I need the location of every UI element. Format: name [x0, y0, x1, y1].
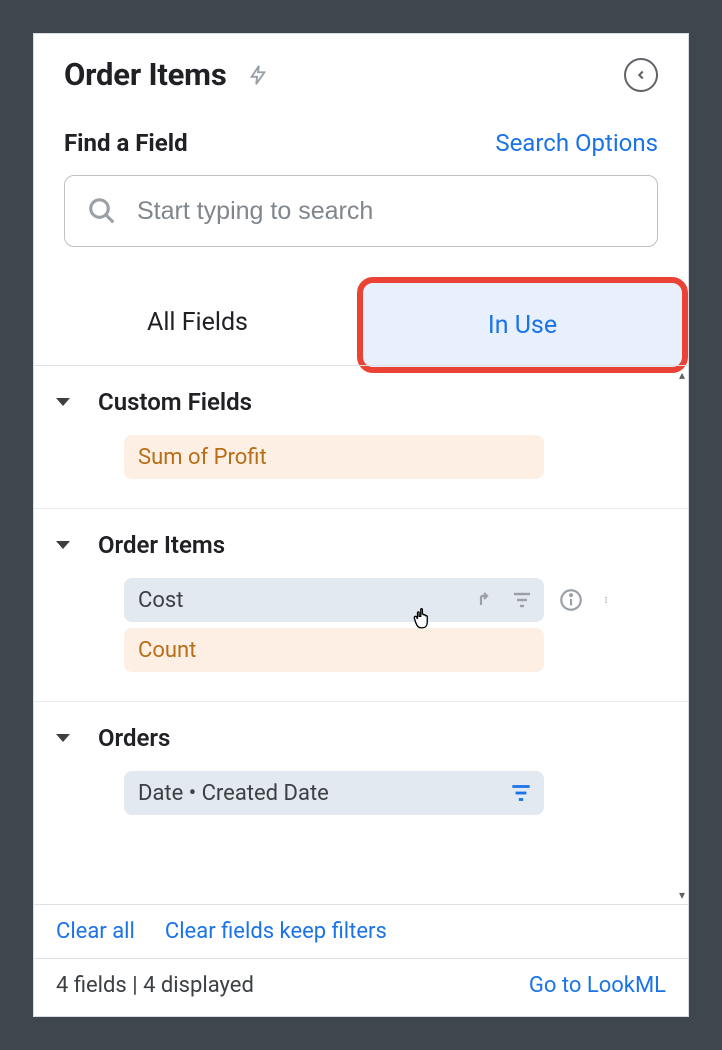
search-header-row: Find a Field Search Options — [34, 101, 688, 169]
filter-active-icon[interactable] — [508, 780, 534, 806]
find-field-label: Find a Field — [64, 129, 188, 157]
collapse-panel-button[interactable] — [624, 58, 658, 92]
field-list[interactable]: ▴ Custom Fields Sum of Profit Order Item… — [34, 365, 688, 904]
section-title: Order Items — [98, 531, 225, 559]
info-icon[interactable] — [558, 587, 584, 613]
field-label: Count — [138, 638, 196, 663]
scroll-up-icon[interactable]: ▴ — [679, 368, 685, 382]
filter-icon[interactable] — [510, 588, 534, 612]
field-tabs: All Fields In Use — [34, 265, 688, 365]
field-label: Cost — [138, 588, 183, 613]
explore-title: Order Items — [64, 56, 227, 93]
section-title: Orders — [98, 724, 170, 752]
search-icon — [87, 196, 117, 226]
footer-status-bar: 4 fields | 4 displayed Go to LookML — [34, 958, 688, 1016]
section-orders: Orders Date • Created Date — [34, 702, 688, 844]
section-header-order-items[interactable]: Order Items — [34, 527, 688, 575]
quick-start-icon[interactable] — [247, 60, 269, 90]
clear-all-link[interactable]: Clear all — [56, 919, 135, 944]
cursor-hand-icon — [411, 603, 437, 633]
section-header-orders[interactable]: Orders — [34, 720, 688, 768]
tab-all-fields[interactable]: All Fields — [34, 308, 361, 337]
field-count[interactable]: Count — [124, 628, 544, 672]
pivot-icon[interactable] — [474, 588, 498, 612]
search-input[interactable] — [137, 197, 635, 226]
search-options-link[interactable]: Search Options — [495, 129, 658, 157]
field-cost[interactable]: Cost — [124, 578, 544, 622]
kebab-menu-icon[interactable] — [602, 587, 610, 613]
field-label: Date • Created Date — [138, 781, 329, 806]
field-label: Sum of Profit — [138, 445, 267, 470]
tab-in-use-label: In Use — [488, 311, 557, 340]
scroll-down-icon[interactable]: ▾ — [679, 888, 685, 902]
chevron-down-icon — [56, 734, 70, 742]
go-to-lookml-link[interactable]: Go to LookML — [529, 973, 666, 998]
field-sum-of-profit[interactable]: Sum of Profit — [124, 435, 544, 479]
field-count-status: 4 fields | 4 displayed — [56, 973, 254, 998]
section-order-items: Order Items Cost — [34, 509, 688, 702]
section-custom-fields: Custom Fields Sum of Profit — [34, 366, 688, 509]
field-date-created-date[interactable]: Date • Created Date — [124, 771, 544, 815]
panel-header: Order Items — [34, 34, 688, 101]
search-box[interactable] — [64, 175, 658, 247]
section-header-custom-fields[interactable]: Custom Fields — [34, 384, 688, 432]
field-picker-panel: Order Items Find a Field Search Options … — [33, 33, 689, 1017]
clear-fields-keep-filters-link[interactable]: Clear fields keep filters — [165, 919, 387, 944]
footer-links: Clear all Clear fields keep filters — [34, 904, 688, 958]
chevron-down-icon — [56, 541, 70, 549]
section-title: Custom Fields — [98, 388, 252, 416]
tab-in-use[interactable]: In Use — [357, 277, 688, 373]
chevron-down-icon — [56, 398, 70, 406]
